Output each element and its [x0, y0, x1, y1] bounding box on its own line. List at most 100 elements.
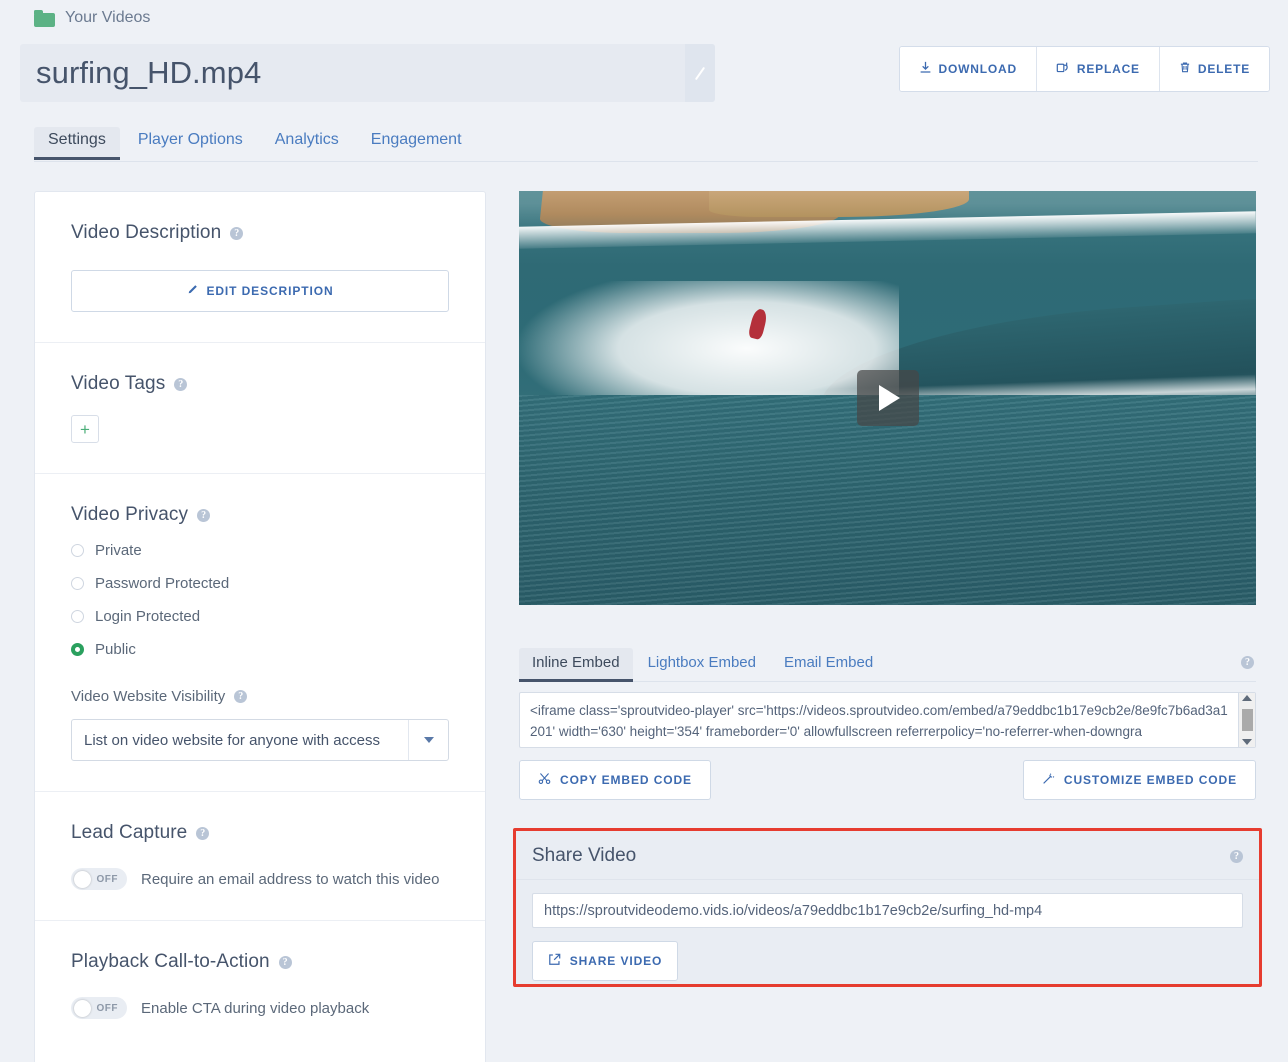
help-icon[interactable]: ? — [278, 955, 292, 969]
playback-cta-toggle[interactable]: OFF — [71, 997, 127, 1019]
radio-login-protected[interactable]: Login Protected — [71, 608, 449, 625]
video-title-field[interactable]: surfing_HD.mp4 — [20, 44, 715, 102]
breadcrumb-label[interactable]: Your Videos — [65, 9, 150, 27]
embed-code-textarea[interactable]: <iframe class='sproutvideo-player' src='… — [519, 692, 1256, 748]
section-playback-cta: Playback Call-to-Action ? OFF Enable CTA… — [35, 921, 485, 1049]
tab-inline-embed[interactable]: Inline Embed — [519, 648, 633, 682]
video-website-visibility-select[interactable]: List on video website for anyone with ac… — [71, 719, 449, 761]
pencil-icon — [186, 284, 198, 299]
share-icon — [548, 953, 561, 969]
trash-icon — [1179, 61, 1191, 77]
add-tag-button[interactable]: + — [71, 415, 99, 443]
replace-icon — [1056, 61, 1070, 77]
share-url-input[interactable]: https://sproutvideodemo.vids.io/videos/a… — [532, 893, 1243, 928]
share-video-label: SHARE VIDEO — [569, 954, 663, 968]
radio-icon — [71, 577, 84, 590]
lead-capture-toggle-state: OFF — [96, 873, 118, 885]
delete-button[interactable]: DELETE — [1159, 47, 1269, 91]
share-video-header: Share Video ? — [516, 831, 1259, 880]
radio-public[interactable]: Public — [71, 641, 449, 658]
embed-code-value: <iframe class='sproutvideo-player' src='… — [530, 703, 1228, 739]
video-website-visibility-label: Video Website Visibility — [71, 688, 226, 705]
help-icon[interactable]: ? — [230, 226, 244, 240]
scrollbar-thumb[interactable] — [1241, 709, 1253, 731]
radio-password-protected-label: Password Protected — [95, 575, 230, 592]
delete-label: DELETE — [1197, 62, 1250, 76]
thumbnail-sea — [519, 395, 1256, 605]
lead-capture-title: Lead Capture ? — [71, 822, 449, 844]
tab-email-embed[interactable]: Email Embed — [771, 648, 886, 681]
radio-icon — [71, 610, 84, 623]
video-actions: DOWNLOAD REPLACE DELETE — [898, 46, 1270, 92]
lead-capture-toggle[interactable]: OFF — [71, 868, 127, 890]
replace-button[interactable]: REPLACE — [1036, 47, 1160, 91]
replace-label: REPLACE — [1076, 62, 1140, 76]
scroll-down-icon[interactable] — [1242, 739, 1252, 745]
video-settings-page: Your Videos surfing_HD.mp4 DOWNLOAD REPL… — [0, 0, 1288, 1062]
play-icon[interactable] — [856, 370, 919, 426]
tab-engagement[interactable]: Engagement — [357, 127, 476, 159]
tab-settings[interactable]: Settings — [34, 127, 120, 160]
radio-icon — [71, 544, 84, 557]
copy-embed-code-button[interactable]: COPY EMBED CODE — [519, 760, 711, 800]
breadcrumb[interactable]: Your Videos — [34, 9, 150, 27]
main-tabs: Settings Player Options Analytics Engage… — [34, 127, 1258, 162]
embed-section: Inline Embed Lightbox Embed Email Embed … — [519, 645, 1256, 800]
chevron-down-icon[interactable] — [408, 720, 448, 760]
download-icon — [919, 61, 932, 77]
radio-login-protected-label: Login Protected — [95, 608, 201, 625]
radio-private-label: Private — [95, 542, 142, 559]
scissors-icon — [538, 772, 551, 788]
embed-code-scrollbar[interactable] — [1238, 693, 1255, 747]
share-url-value: https://sproutvideodemo.vids.io/videos/a… — [544, 902, 1043, 919]
edit-title-button[interactable] — [685, 44, 715, 102]
playback-cta-toggle-text: Enable CTA during video playback — [141, 999, 370, 1017]
video-preview[interactable] — [519, 191, 1256, 605]
lead-capture-toggle-text: Require an email address to watch this v… — [141, 870, 440, 888]
video-description-label: Video Description — [71, 222, 222, 243]
download-button[interactable]: DOWNLOAD — [899, 47, 1037, 91]
download-label: DOWNLOAD — [938, 62, 1017, 76]
embed-tabs: Inline Embed Lightbox Embed Email Embed … — [519, 645, 1256, 682]
section-video-description: Video Description ? EDIT DESCRIPTION — [35, 192, 485, 343]
help-icon[interactable]: ? — [196, 826, 210, 840]
scroll-up-icon[interactable] — [1242, 695, 1252, 701]
customize-embed-code-label: CUSTOMIZE EMBED CODE — [1063, 773, 1237, 787]
customize-embed-code-button[interactable]: CUSTOMIZE EMBED CODE — [1022, 760, 1256, 800]
lead-capture-row: OFF Require an email address to watch th… — [71, 868, 449, 890]
copy-embed-code-label: COPY EMBED CODE — [560, 773, 692, 787]
folder-icon — [34, 9, 55, 27]
help-icon[interactable]: ? — [174, 377, 188, 391]
share-video-title: Share Video — [532, 845, 637, 866]
embed-buttons: COPY EMBED CODE CUSTOMIZE EMBED CODE — [519, 760, 1256, 800]
help-icon[interactable]: ? — [234, 690, 248, 703]
share-video-button[interactable]: SHARE VIDEO — [532, 941, 678, 981]
help-icon[interactable]: ? — [197, 508, 211, 522]
video-privacy-title: Video Privacy ? — [71, 504, 449, 526]
radio-selected-icon — [71, 643, 84, 656]
visibility-selected-value: List on video website for anyone with ac… — [84, 731, 380, 749]
video-tags-label: Video Tags — [71, 373, 166, 394]
video-privacy-label: Video Privacy — [71, 504, 189, 525]
video-tags-title: Video Tags ? — [71, 373, 449, 395]
playback-cta-title: Playback Call-to-Action ? — [71, 951, 449, 973]
playback-cta-row: OFF Enable CTA during video playback — [71, 997, 449, 1019]
tab-lightbox-embed[interactable]: Lightbox Embed — [635, 648, 769, 681]
playback-cta-toggle-state: OFF — [96, 1002, 118, 1014]
help-icon[interactable]: ? — [1230, 849, 1243, 863]
edit-description-button[interactable]: EDIT DESCRIPTION — [71, 270, 449, 312]
radio-password-protected[interactable]: Password Protected — [71, 575, 449, 592]
radio-private[interactable]: Private — [71, 542, 449, 559]
help-icon[interactable]: ? — [1241, 656, 1254, 669]
video-website-visibility-title: Video Website Visibility ? — [71, 688, 449, 705]
toggle-knob — [74, 999, 91, 1017]
share-button-wrap: SHARE VIDEO — [532, 941, 1243, 981]
tab-analytics[interactable]: Analytics — [261, 127, 353, 159]
pencil-icon — [694, 66, 706, 80]
radio-public-label: Public — [95, 641, 136, 658]
tab-player-options[interactable]: Player Options — [124, 127, 257, 159]
section-video-tags: Video Tags ? + — [35, 343, 485, 474]
settings-panel: Video Description ? EDIT DESCRIPTION Vid… — [34, 191, 486, 1062]
edit-description-label: EDIT DESCRIPTION — [206, 284, 334, 298]
magic-wand-icon — [1042, 772, 1055, 788]
